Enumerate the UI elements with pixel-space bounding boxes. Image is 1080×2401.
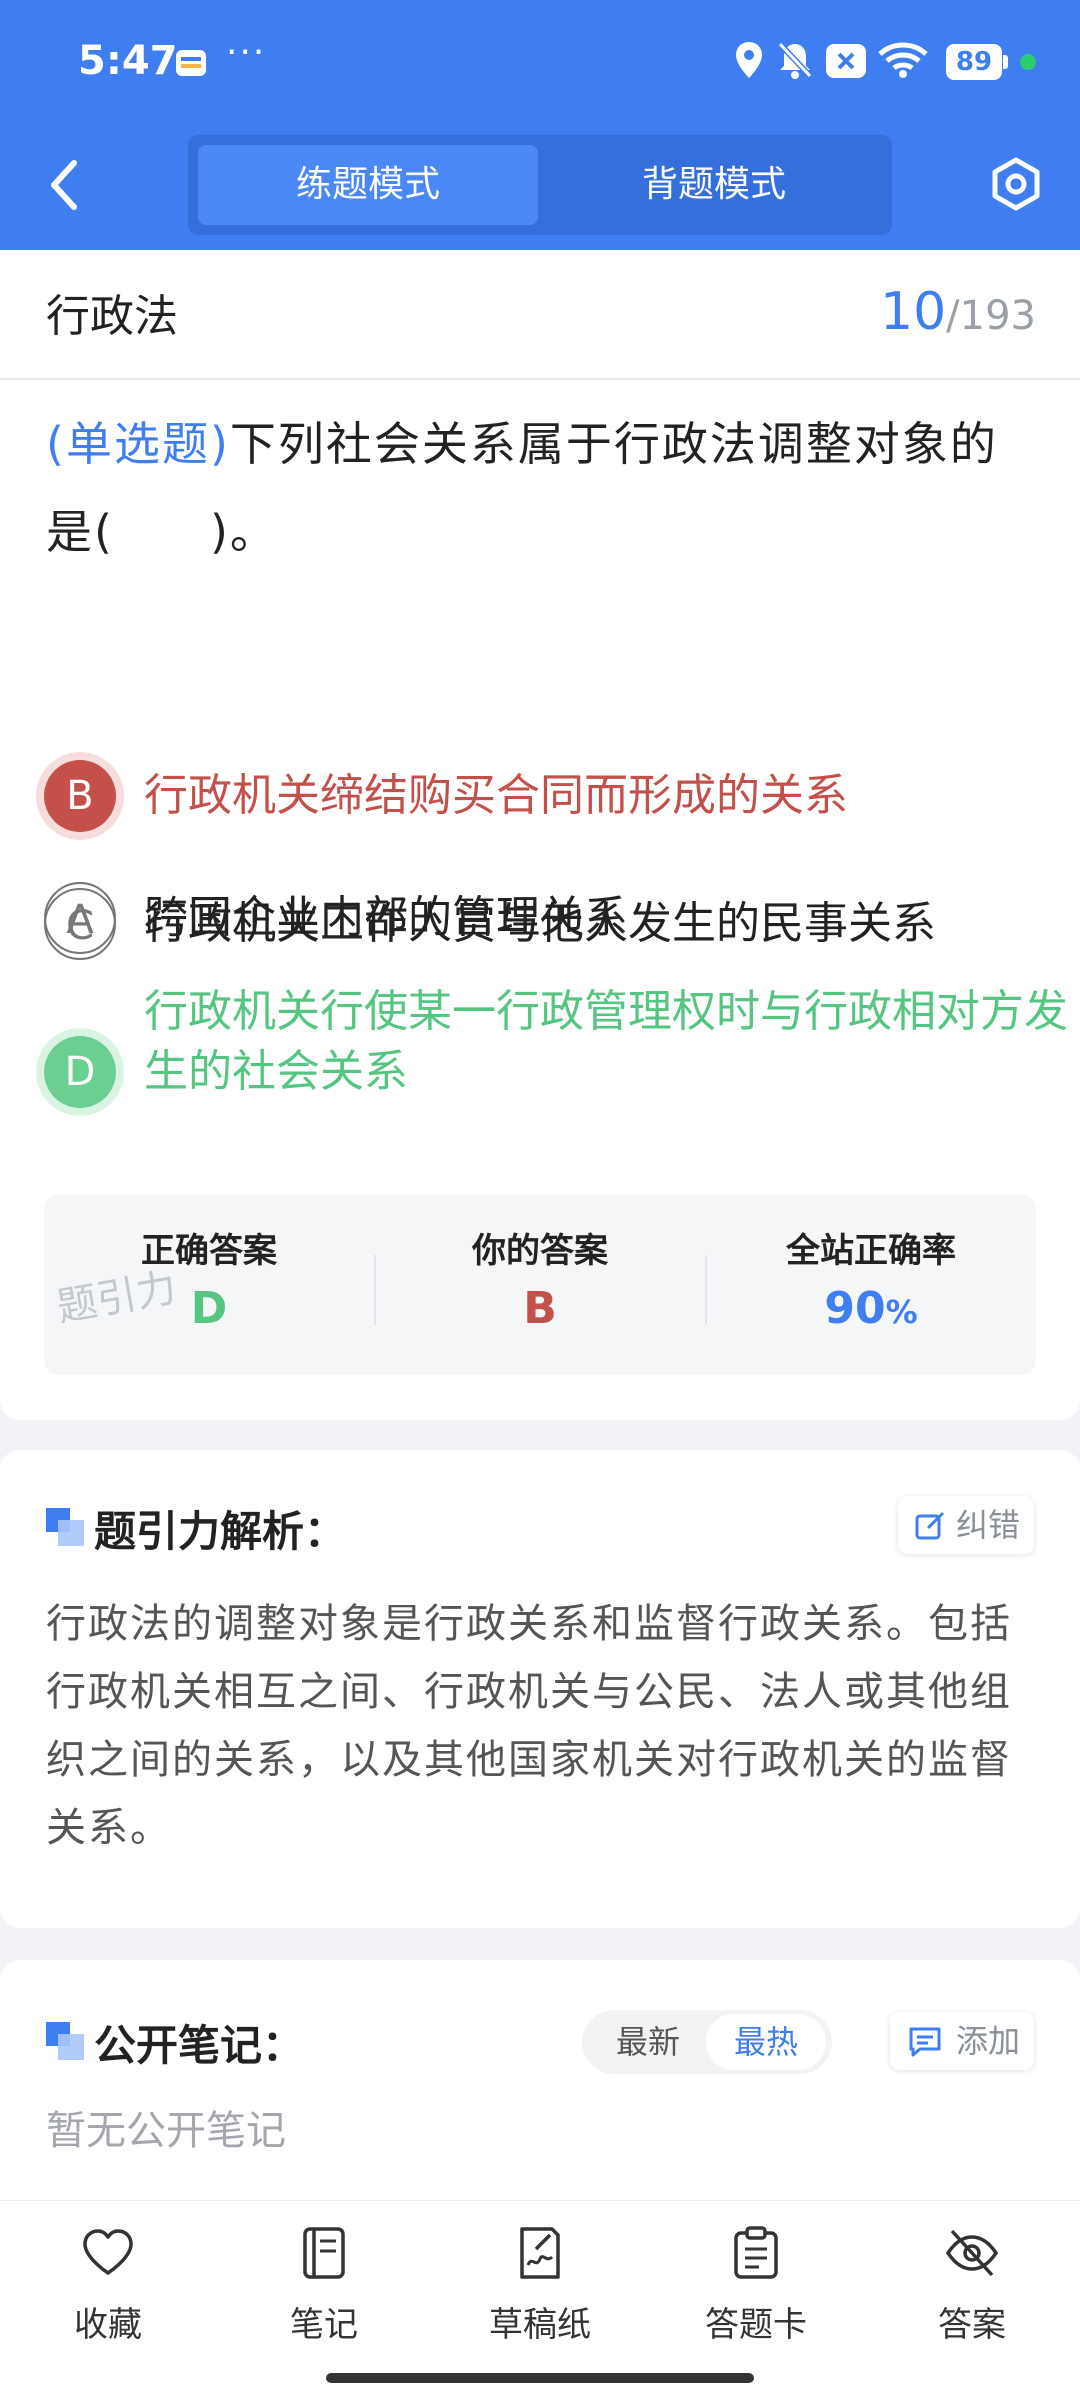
- tab-memorize-mode[interactable]: 背题模式: [544, 145, 884, 225]
- analysis-title: 题引力解析：: [94, 1507, 347, 1556]
- eye-off-icon: [945, 2229, 999, 2277]
- option-text: 行政机关工作人员与他人发生的民事关系: [144, 898, 936, 949]
- question-type-tag: (单选题): [46, 417, 230, 471]
- option-letter: D: [44, 1036, 116, 1108]
- nav-label: 收藏: [74, 2305, 142, 2345]
- accuracy-label: 全站正确率: [786, 1231, 956, 1271]
- nav-scratch-paper[interactable]: 草稿纸: [455, 2225, 625, 2355]
- option-text: 行政机关缔结购买合同而形成的关系: [144, 770, 848, 821]
- question-progress: 10/193: [880, 282, 1036, 342]
- sort-newest[interactable]: 最新: [588, 2010, 708, 2074]
- comment-icon: [909, 2027, 941, 2057]
- nav-label: 答题卡: [705, 2305, 807, 2345]
- report-error-label: 纠错: [956, 1506, 1021, 1544]
- section-square-icon: [46, 2022, 84, 2060]
- clipboard-icon: [734, 2226, 778, 2279]
- notes-sort-toggle: 最新 最热: [582, 2010, 832, 2074]
- status-bar: 5:47 ··· 89: [0, 0, 1080, 125]
- tab-practice-mode[interactable]: 练题模式: [198, 145, 538, 225]
- correct-answer-label: 正确答案: [141, 1231, 277, 1271]
- mode-switch: 练题模式 背题模式: [188, 135, 892, 235]
- more-notifications-icon: ···: [226, 32, 267, 73]
- option-text: 行政机关行使某一行政管理权时与行政相对方发生的社会关系: [144, 986, 1068, 1097]
- nav-label: 草稿纸: [489, 2305, 591, 2345]
- battery-tip: [1003, 55, 1008, 69]
- analysis-card: 题引力解析： 纠错 行政法的调整对象是行政关系和监督行政关系。包括行政机关相互之…: [0, 1450, 1080, 1928]
- heart-icon: [83, 2229, 133, 2275]
- close-notification-icon: [826, 44, 866, 78]
- privacy-indicator-dot: [1020, 54, 1036, 70]
- edit-icon: [915, 1511, 945, 1540]
- report-error-button[interactable]: 纠错: [898, 1496, 1034, 1554]
- total-question-count: /193: [946, 293, 1036, 339]
- accuracy-unit: %: [885, 1293, 918, 1331]
- current-question-number: 10: [880, 282, 947, 342]
- option-letter: C: [44, 888, 116, 960]
- back-arrow-icon[interactable]: [40, 155, 90, 215]
- your-answer-label: 你的答案: [472, 1231, 608, 1271]
- location-icon: [736, 42, 762, 78]
- home-indicator[interactable]: [326, 2373, 754, 2383]
- nav-favorite[interactable]: 收藏: [23, 2225, 193, 2355]
- public-notes-card: 公开笔记： 最新 最热 添加 暂无公开笔记: [0, 1960, 1080, 2200]
- nav-label: 答案: [938, 2305, 1006, 2345]
- mute-bell-icon: [777, 41, 813, 79]
- answer-summary: 正确答案 D 题引力 你的答案 B 全站正确率 90%: [44, 1195, 1036, 1375]
- wifi-icon: [878, 42, 928, 78]
- notebook-icon: [303, 2227, 345, 2279]
- add-note-button[interactable]: 添加: [890, 2012, 1034, 2070]
- nav-answer-sheet[interactable]: 答题卡: [671, 2225, 841, 2355]
- add-note-label: 添加: [956, 2022, 1021, 2060]
- header-bar: 5:47 ··· 89 练题模式 背题模式: [0, 0, 1080, 250]
- your-answer-value: B: [523, 1283, 557, 1334]
- accuracy-column: 全站正确率 90%: [706, 1195, 1036, 1375]
- accuracy-value: 90%: [706, 1283, 1036, 1334]
- accuracy-number: 90: [824, 1283, 886, 1334]
- status-time: 5:47: [78, 38, 178, 84]
- analysis-text: 行政法的调整对象是行政关系和监督行政关系。包括行政机关相互之间、行政机关与公民、…: [46, 1601, 1012, 1851]
- sort-hottest[interactable]: 最热: [706, 2014, 826, 2070]
- nav-label: 笔记: [290, 2305, 358, 2345]
- nav-answer[interactable]: 答案: [887, 2225, 1057, 2355]
- settings-hexagon-icon[interactable]: [988, 156, 1044, 212]
- wallet-icon: [176, 50, 206, 76]
- bottom-nav: 收藏 笔记 草稿纸 答题卡 答案: [0, 2200, 1080, 2401]
- nav-notes[interactable]: 笔记: [239, 2225, 409, 2355]
- your-answer-column: 你的答案 B: [375, 1195, 705, 1375]
- option-letter: B: [44, 760, 116, 832]
- subject-title: 行政法: [46, 291, 178, 342]
- divider: [0, 378, 1080, 380]
- notes-title: 公开笔记：: [94, 2021, 305, 2070]
- question-stem: (单选题)下列社会关系属于行政法调整对象的是( )。: [46, 400, 1036, 576]
- section-square-icon: [46, 1508, 84, 1546]
- question-card: 行政法 10/193 (单选题)下列社会关系属于行政法调整对象的是( )。 A …: [0, 250, 1080, 1420]
- empty-notes-text: 暂无公开笔记: [46, 2108, 286, 2154]
- scratch-paper-icon: [520, 2227, 560, 2279]
- battery-indicator: 89: [946, 44, 1002, 80]
